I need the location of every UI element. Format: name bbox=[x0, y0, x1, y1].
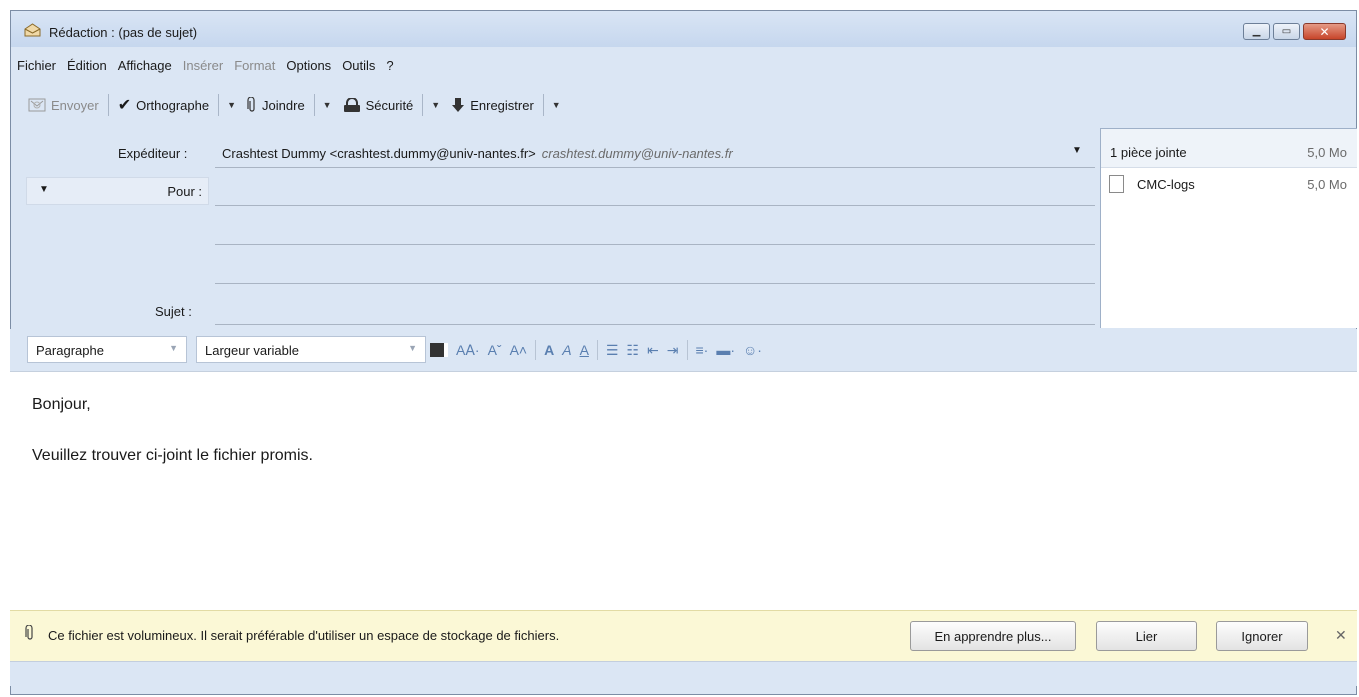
send-icon bbox=[28, 98, 46, 112]
message-body-editor[interactable]: Bonjour, Veuillez trouver ci-joint le fi… bbox=[10, 371, 1357, 610]
font-size-icon[interactable]: A𝖠· bbox=[456, 342, 480, 359]
recipient-type-select[interactable]: ▼ Pour : bbox=[26, 177, 209, 205]
attachment-header[interactable]: 1 pièce jointe 5,0 Mo bbox=[1101, 129, 1357, 168]
attach-button[interactable]: Joindre bbox=[242, 93, 310, 117]
menu-affichage[interactable]: Affichage bbox=[118, 58, 172, 73]
attach-dropdown-icon[interactable]: ▼ bbox=[319, 100, 338, 110]
recipient-type-dropdown-icon: ▼ bbox=[39, 184, 49, 195]
paperclip-icon bbox=[247, 97, 255, 112]
font-value: Largeur variable bbox=[205, 343, 299, 358]
attach-label: Joindre bbox=[262, 97, 305, 113]
send-button[interactable]: Envoyer bbox=[23, 93, 104, 117]
insert-icon[interactable]: ▬· bbox=[716, 342, 735, 358]
chevron-down-icon: ▼ bbox=[169, 343, 178, 353]
send-label: Envoyer bbox=[51, 97, 99, 113]
format-separator bbox=[596, 340, 598, 360]
from-label: Expéditeur : bbox=[118, 146, 188, 161]
toolbar-separator bbox=[107, 94, 109, 116]
security-button[interactable]: Sécurité bbox=[338, 93, 419, 117]
attachment-item[interactable]: CMC-logs 5,0 Mo bbox=[1109, 175, 1347, 195]
chevron-down-icon: ▼ bbox=[408, 343, 417, 353]
to-input[interactable] bbox=[215, 183, 1095, 206]
spellcheck-button[interactable]: ✔ Orthographe bbox=[113, 93, 214, 117]
attachment-pane: 1 pièce jointe 5,0 Mo CMC-logs 5,0 Mo bbox=[1100, 128, 1357, 328]
close-icon: ✕ bbox=[1319, 24, 1330, 39]
recipient-input-3[interactable] bbox=[215, 261, 1095, 284]
close-notification-icon[interactable]: ✕ bbox=[1335, 627, 1347, 644]
window-controls: ▁ ▭ ✕ bbox=[1243, 23, 1346, 40]
save-button[interactable]: Enregistrer bbox=[446, 93, 539, 117]
toolbar-separator bbox=[218, 94, 220, 116]
attachment-name: CMC-logs bbox=[1137, 177, 1195, 192]
compose-app-icon bbox=[24, 23, 41, 37]
learn-more-button[interactable]: En apprendre plus... bbox=[910, 621, 1076, 651]
to-label: Pour : bbox=[167, 184, 202, 199]
download-arrow-icon bbox=[452, 98, 465, 112]
format-icons: A𝖠· Aˇ A˄ A A A ☰ ☷ ⇤ ⇥ ≡· ▬· ☺· bbox=[430, 340, 762, 360]
format-toolbar: Paragraphe ▼ Largeur variable ▼ A𝖠· Aˇ A… bbox=[10, 329, 1357, 371]
title-bar: Rédaction : (pas de sujet) ▁ ▭ ✕ bbox=[11, 11, 1356, 47]
paperclip-icon bbox=[25, 625, 33, 640]
spellcheck-label: Orthographe bbox=[136, 97, 210, 113]
attachment-total-size: 5,0 Mo bbox=[1307, 145, 1347, 160]
paragraph-select[interactable]: Paragraphe ▼ bbox=[27, 336, 187, 363]
ignore-button[interactable]: Ignorer bbox=[1216, 621, 1308, 651]
body-line: Bonjour, bbox=[32, 396, 91, 413]
minimize-icon: ▁ bbox=[1252, 26, 1261, 37]
save-label: Enregistrer bbox=[470, 97, 534, 113]
notification-message: Ce fichier est volumineux. Il serait pré… bbox=[48, 628, 560, 643]
menu-fichier[interactable]: Fichier bbox=[17, 58, 56, 73]
format-separator bbox=[535, 340, 537, 360]
indent-icon[interactable]: ⇥ bbox=[667, 342, 679, 359]
toolbar-separator bbox=[542, 94, 544, 116]
body-line: Veuillez trouver ci-joint le fichier pro… bbox=[32, 447, 313, 464]
spellcheck-dropdown-icon[interactable]: ▼ bbox=[223, 100, 242, 110]
close-window-button[interactable]: ✕ bbox=[1303, 23, 1346, 40]
smiley-icon[interactable]: ☺· bbox=[743, 342, 762, 358]
menu-bar: Fichier Édition Affichage Insérer Format… bbox=[17, 58, 394, 73]
window-title: Rédaction : (pas de sujet) bbox=[49, 25, 198, 40]
recipient-input-2[interactable] bbox=[215, 222, 1095, 245]
text-color-icon[interactable] bbox=[430, 343, 448, 357]
security-dropdown-icon[interactable]: ▼ bbox=[427, 100, 446, 110]
bullet-list-icon[interactable]: ☰ bbox=[606, 342, 619, 359]
toolbar-separator bbox=[422, 94, 424, 116]
menu-help[interactable]: ? bbox=[386, 58, 393, 73]
menu-edition[interactable]: Édition bbox=[67, 58, 107, 73]
paragraph-value: Paragraphe bbox=[36, 343, 104, 358]
outdent-icon[interactable]: ⇤ bbox=[647, 342, 659, 359]
lock-icon bbox=[343, 98, 360, 112]
toolbar-separator bbox=[313, 94, 315, 116]
compose-toolbar: Envoyer ✔ Orthographe ▼ Joindre ▼ Sécuri… bbox=[23, 91, 567, 119]
file-icon bbox=[1109, 175, 1124, 193]
font-select[interactable]: Largeur variable ▼ bbox=[196, 336, 426, 363]
from-field-underline bbox=[215, 145, 1095, 168]
save-dropdown-icon[interactable]: ▼ bbox=[548, 100, 567, 110]
attachment-count: 1 pièce jointe bbox=[1110, 145, 1187, 160]
subject-input[interactable] bbox=[215, 302, 1095, 325]
numbered-list-icon[interactable]: ☷ bbox=[626, 342, 639, 359]
attachment-size: 5,0 Mo bbox=[1307, 177, 1347, 192]
minimize-button[interactable]: ▁ bbox=[1243, 23, 1270, 40]
notification-bar: Ce fichier est volumineux. Il serait pré… bbox=[10, 610, 1357, 661]
menu-format[interactable]: Format bbox=[234, 58, 275, 73]
security-label: Sécurité bbox=[365, 97, 414, 113]
underline-icon[interactable]: A bbox=[580, 342, 589, 358]
italic-icon[interactable]: A bbox=[562, 342, 571, 358]
maximize-button[interactable]: ▭ bbox=[1273, 23, 1300, 40]
link-button[interactable]: Lier bbox=[1096, 621, 1197, 651]
decrease-font-icon[interactable]: Aˇ bbox=[488, 342, 502, 358]
format-separator bbox=[686, 340, 688, 360]
align-icon[interactable]: ≡· bbox=[696, 342, 709, 358]
increase-font-icon[interactable]: A˄ bbox=[510, 342, 528, 358]
checkmark-icon: ✔ bbox=[117, 97, 132, 114]
menu-options[interactable]: Options bbox=[286, 58, 331, 73]
menu-outils[interactable]: Outils bbox=[342, 58, 375, 73]
menu-inserer[interactable]: Insérer bbox=[183, 58, 223, 73]
bold-icon[interactable]: A bbox=[544, 342, 554, 358]
maximize-icon: ▭ bbox=[1281, 26, 1292, 37]
status-bar bbox=[10, 661, 1357, 686]
subject-label: Sujet : bbox=[155, 304, 192, 319]
